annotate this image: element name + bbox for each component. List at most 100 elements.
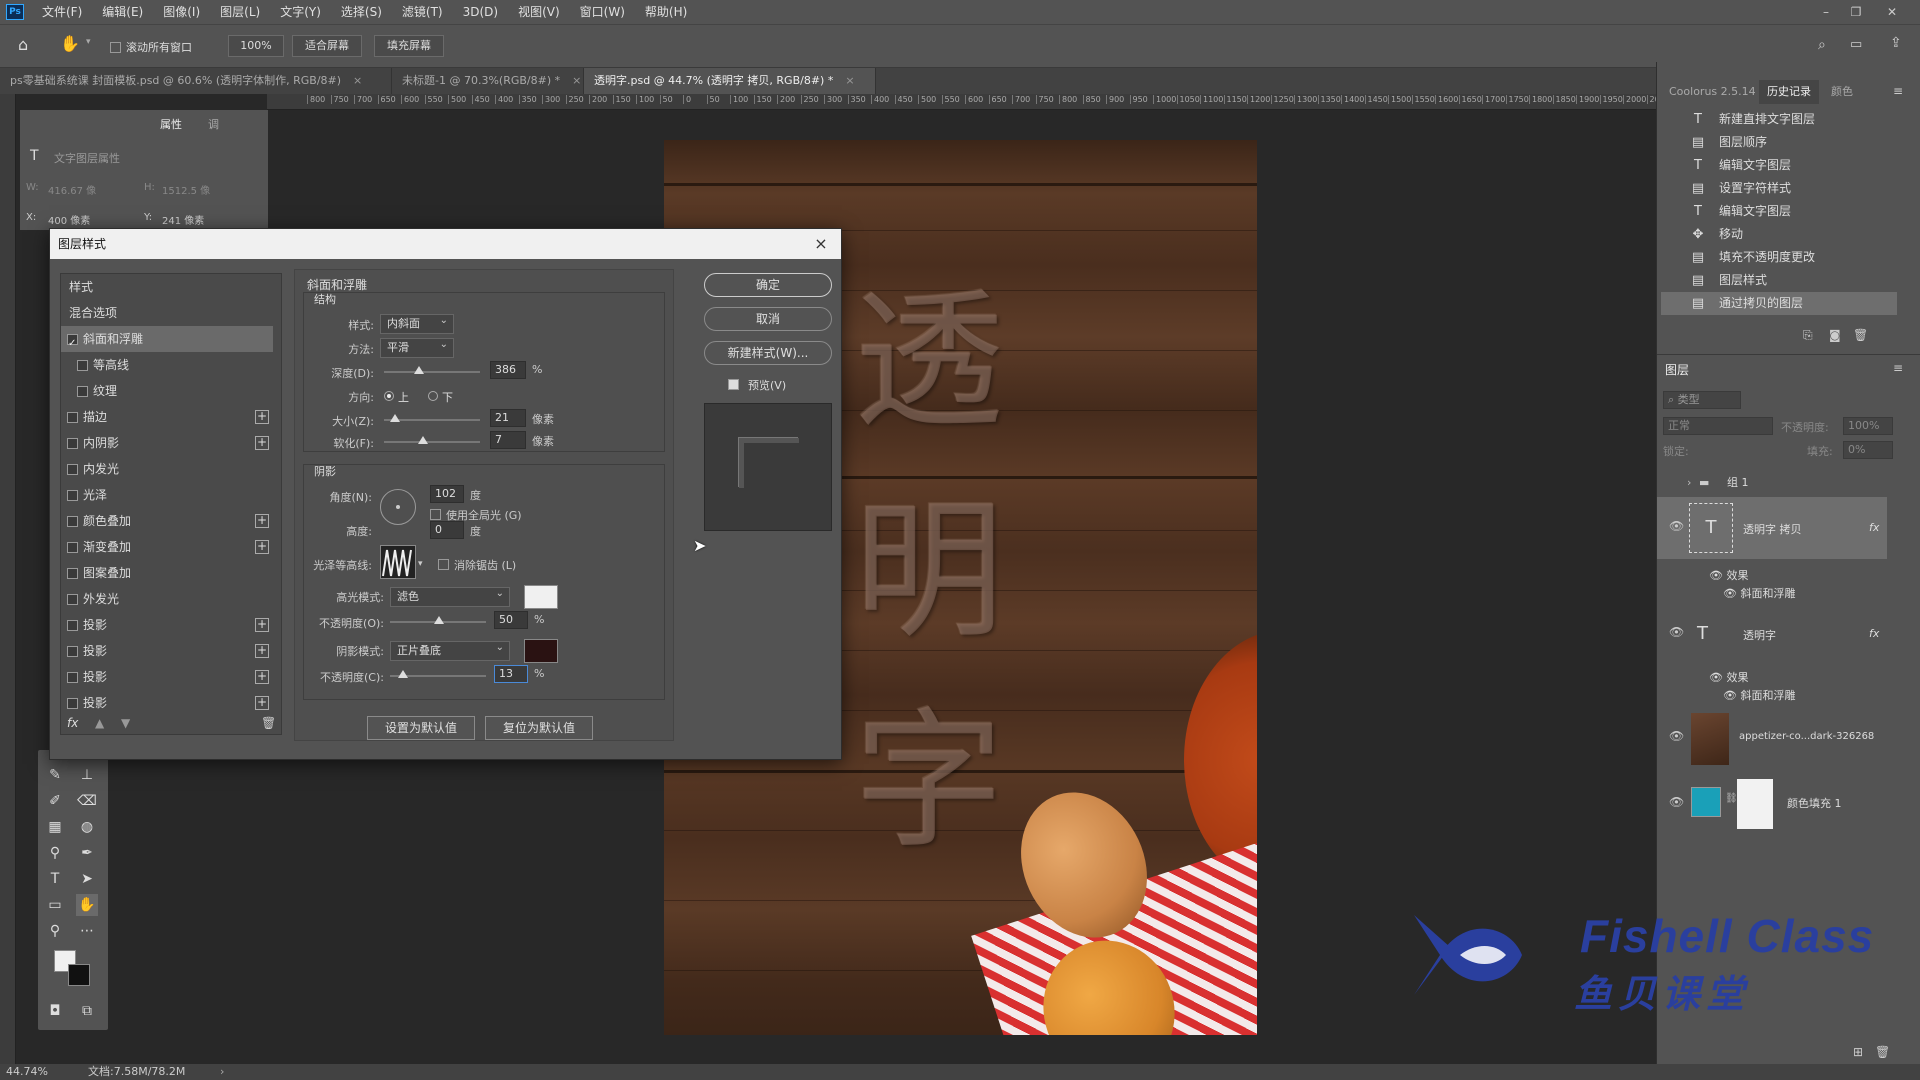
- x-value[interactable]: 400 像素: [48, 212, 90, 227]
- shadow-mode-select[interactable]: 正片叠底: [390, 639, 510, 661]
- global-light-checkbox[interactable]: [430, 509, 441, 520]
- close-window-icon[interactable]: ✕: [1878, 0, 1906, 24]
- new-style-button[interactable]: 新建样式(W)...: [704, 341, 832, 365]
- fx-icon[interactable]: fx: [1869, 521, 1879, 534]
- style-item-drop-shadow[interactable]: 投影 +: [61, 690, 273, 716]
- layer-group-row[interactable]: › ▬ 组 1: [1657, 471, 1887, 495]
- menu-window[interactable]: 窗口(W): [570, 0, 635, 24]
- shadow-opacity-input[interactable]: 13: [494, 665, 528, 683]
- history-item[interactable]: ▤ 图层样式: [1661, 269, 1897, 292]
- style-list-header[interactable]: 样式: [61, 274, 273, 300]
- menu-3d[interactable]: 3D(D): [453, 0, 508, 24]
- style-item-satin[interactable]: 光泽: [61, 482, 273, 508]
- soften-input[interactable]: 7: [490, 431, 526, 449]
- rectangle-tool-icon[interactable]: ▭: [44, 894, 66, 916]
- home-icon[interactable]: ⌂: [18, 35, 28, 54]
- h-value[interactable]: 1512.5 像: [162, 182, 210, 197]
- zoom-tool-icon[interactable]: ⚲: [44, 920, 66, 942]
- reset-default-button[interactable]: 复位为默认值: [485, 716, 593, 740]
- style-item-color-overlay[interactable]: 颜色叠加 +: [61, 508, 273, 534]
- fx-icon[interactable]: fx: [67, 716, 78, 730]
- add-icon[interactable]: +: [255, 644, 269, 658]
- chevron-down-icon[interactable]: ▾: [86, 37, 91, 47]
- eye-icon[interactable]: 👁: [1669, 795, 1684, 809]
- add-icon[interactable]: +: [255, 618, 269, 632]
- panel-menu-icon[interactable]: ≡: [1893, 361, 1903, 375]
- style-item-drop-shadow[interactable]: 投影 +: [61, 664, 273, 690]
- add-icon[interactable]: +: [255, 540, 269, 554]
- search-icon[interactable]: ⌕: [1818, 37, 1826, 53]
- history-item[interactable]: T 编辑文字图层: [1661, 154, 1897, 177]
- chevron-right-icon[interactable]: ›: [220, 1064, 224, 1080]
- path-select-icon[interactable]: ➤: [76, 868, 98, 890]
- menu-select[interactable]: 选择(S): [331, 0, 392, 24]
- style-item-outer-glow[interactable]: 外发光: [61, 586, 273, 612]
- photoshop-logo[interactable]: Ps: [6, 4, 24, 20]
- menu-edit[interactable]: 编辑(E): [92, 0, 153, 24]
- new-layer-icon[interactable]: ⊞: [1853, 1045, 1863, 1059]
- slider-thumb[interactable]: [414, 366, 424, 374]
- type-tool-icon[interactable]: T: [44, 868, 66, 890]
- tab-color[interactable]: 颜色: [1823, 80, 1861, 104]
- slider-thumb[interactable]: [418, 436, 428, 444]
- altitude-input[interactable]: 0: [430, 521, 464, 539]
- history-item[interactable]: T 新建直排文字图层: [1661, 108, 1897, 131]
- close-icon[interactable]: ×: [809, 231, 833, 257]
- menu-filter[interactable]: 滤镜(T): [392, 0, 453, 24]
- style-item-bevel-emboss[interactable]: 斜面和浮雕: [61, 326, 273, 357]
- checkbox[interactable]: [77, 386, 88, 397]
- tab-coolorus[interactable]: Coolorus 2.5.14: [1661, 80, 1764, 104]
- gradient-tool-icon[interactable]: ▦: [44, 816, 66, 838]
- layer-row[interactable]: 👁 appetizer-co...dark-326268: [1657, 707, 1887, 771]
- share-icon[interactable]: ⇪: [1890, 35, 1902, 51]
- style-item-contour[interactable]: 等高线: [61, 352, 273, 378]
- checkbox[interactable]: [67, 412, 78, 423]
- menu-file[interactable]: 文件(F): [32, 0, 92, 24]
- style-item-gradient-overlay[interactable]: 渐变叠加 +: [61, 534, 273, 560]
- checkbox[interactable]: [67, 516, 78, 527]
- move-down-icon[interactable]: ▼: [121, 716, 130, 730]
- style-item-pattern-overlay[interactable]: 图案叠加: [61, 560, 273, 586]
- scroll-all-checkbox[interactable]: [110, 42, 121, 53]
- screen-mode-icon[interactable]: ⧉: [76, 1000, 98, 1022]
- checkbox[interactable]: [67, 490, 78, 501]
- workspace-icon[interactable]: ▭: [1850, 37, 1862, 52]
- blending-options-item[interactable]: 混合选项: [61, 300, 273, 326]
- anti-alias-checkbox[interactable]: [438, 559, 449, 570]
- shadow-color-swatch[interactable]: [524, 639, 558, 663]
- fill-input[interactable]: 0%: [1843, 441, 1893, 459]
- tab-properties[interactable]: 属性: [160, 116, 182, 132]
- hand-tool-icon[interactable]: ✋: [76, 894, 98, 916]
- style-item-texture[interactable]: 纹理: [61, 378, 273, 404]
- tab-history[interactable]: 历史记录: [1759, 80, 1819, 104]
- add-icon[interactable]: +: [255, 410, 269, 424]
- slider-thumb[interactable]: [398, 670, 408, 678]
- hand-tool-icon[interactable]: ✋: [60, 34, 80, 53]
- eraser-tool-icon[interactable]: ⌫: [76, 790, 98, 812]
- direction-up-radio[interactable]: [384, 391, 394, 401]
- trash-icon[interactable]: 🗑: [1853, 328, 1868, 342]
- blend-mode-select[interactable]: 正常: [1663, 417, 1773, 435]
- history-brush-icon[interactable]: ✐: [44, 790, 66, 812]
- tab-cover-template[interactable]: ps零基础系统课 封面模板.psd @ 60.6% (透明字体制作, RGB/8…: [0, 68, 392, 94]
- style-item-drop-shadow[interactable]: 投影 +: [61, 612, 273, 638]
- checkbox[interactable]: [67, 698, 78, 709]
- layer-row[interactable]: 👁 T 透明字 fx: [1657, 605, 1887, 667]
- menu-type[interactable]: 文字(Y): [270, 0, 331, 24]
- highlight-color-swatch[interactable]: [524, 585, 558, 609]
- add-icon[interactable]: +: [255, 436, 269, 450]
- quick-mask-icon[interactable]: ◘: [44, 1000, 66, 1022]
- layer-row[interactable]: 👁 ⛓ 颜色填充 1: [1657, 773, 1887, 833]
- panel-menu-icon[interactable]: ≡: [1893, 84, 1903, 98]
- eye-icon[interactable]: 👁: [1669, 519, 1684, 533]
- style-item-inner-glow[interactable]: 内发光: [61, 456, 273, 482]
- history-item[interactable]: ▤ 填充不透明度更改: [1661, 246, 1897, 269]
- camera-icon[interactable]: ◙: [1829, 328, 1841, 342]
- menu-view[interactable]: 视图(V): [508, 0, 570, 24]
- minimize-icon[interactable]: –: [1812, 0, 1840, 24]
- history-item[interactable]: ▤ 通过拷贝的图层: [1661, 292, 1897, 315]
- checkbox[interactable]: [67, 542, 78, 553]
- layers-panel-title[interactable]: 图层: [1665, 361, 1689, 378]
- close-tab-icon[interactable]: ×: [572, 74, 581, 87]
- checkbox[interactable]: [77, 360, 88, 371]
